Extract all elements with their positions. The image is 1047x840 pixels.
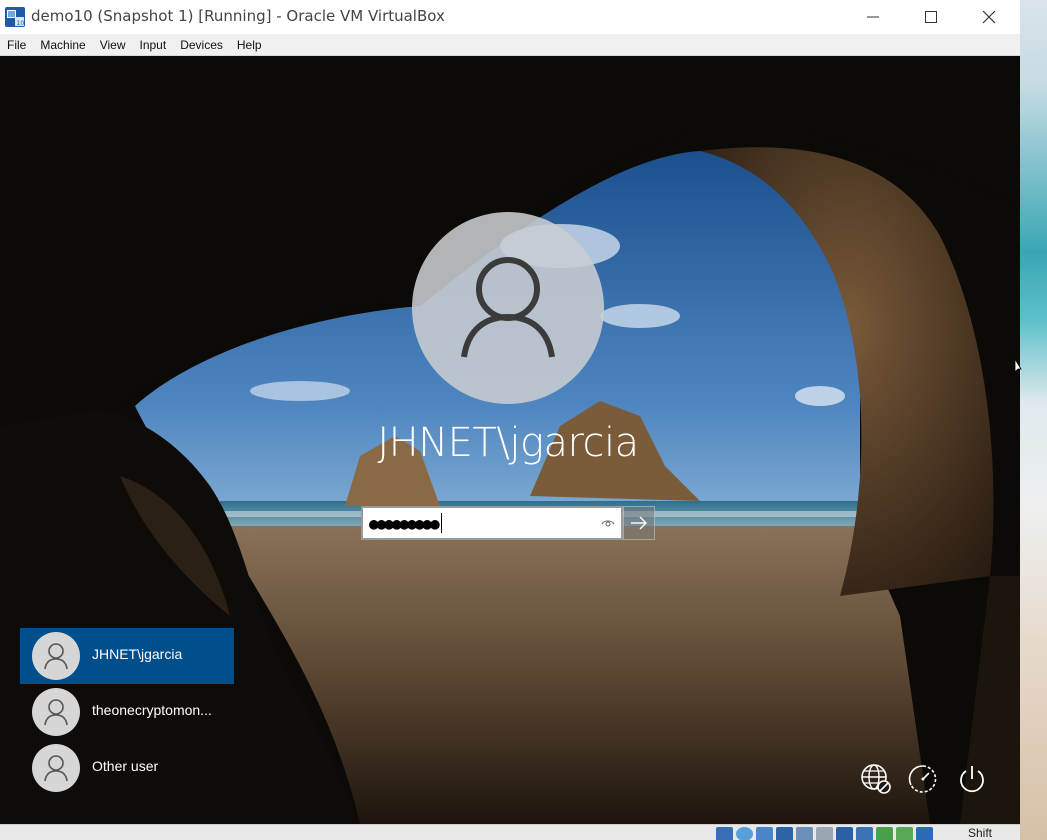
- virtualbox-window: 10 demo10 (Snapshot 1) [Running] - Oracl…: [0, 0, 1020, 840]
- title-bar[interactable]: 10 demo10 (Snapshot 1) [Running] - Oracl…: [0, 0, 1020, 34]
- close-button[interactable]: [960, 0, 1018, 34]
- menu-machine[interactable]: Machine: [33, 34, 92, 56]
- eye-icon[interactable]: [601, 516, 615, 530]
- vm-status-bar: Shift: [0, 824, 1020, 840]
- mouse-cursor-icon: [1014, 358, 1022, 373]
- ease-of-access-button[interactable]: [905, 761, 941, 797]
- power-icon: [960, 766, 984, 793]
- menu-help[interactable]: Help: [230, 34, 269, 56]
- menu-devices[interactable]: Devices: [173, 34, 230, 56]
- minimize-button[interactable]: [844, 0, 902, 34]
- avatar: [32, 632, 80, 680]
- signin-username: JHNET\jgarcia: [377, 420, 639, 466]
- arrow-right-icon: [631, 516, 647, 530]
- recording-icon[interactable]: [856, 827, 873, 840]
- submit-password-button[interactable]: [623, 506, 655, 540]
- power-button[interactable]: [954, 761, 990, 797]
- user-tile-label: theonecryptomon...: [92, 702, 212, 718]
- mouse-integration-icon[interactable]: [896, 827, 913, 840]
- menu-input[interactable]: Input: [133, 34, 174, 56]
- password-value: ●●●●●●●●●: [369, 513, 440, 533]
- svg-text:10: 10: [17, 20, 25, 27]
- usb-icon[interactable]: [796, 827, 813, 840]
- hard-disk-icon[interactable]: [716, 827, 733, 840]
- user-tile-jgarcia[interactable]: JHNET\jgarcia: [20, 628, 234, 684]
- optical-drive-icon[interactable]: [736, 827, 753, 840]
- network-icon: [861, 764, 891, 794]
- window-title: demo10 (Snapshot 1) [Running] - Oracle V…: [31, 7, 445, 25]
- shared-folders-icon[interactable]: [816, 827, 833, 840]
- network-button[interactable]: [858, 761, 894, 797]
- keyboard-capture-icon[interactable]: [916, 827, 933, 840]
- host-key-label: Shift: [968, 826, 993, 840]
- status-icon-group: [716, 827, 933, 840]
- password-input[interactable]: ●●●●●●●●●: [361, 506, 623, 540]
- user-silhouette-icon: [44, 643, 68, 670]
- maximize-button[interactable]: [902, 0, 960, 34]
- user-tile-theonecryptomon[interactable]: theonecryptomon...: [20, 684, 234, 740]
- user-silhouette-icon: [44, 755, 68, 782]
- virtualbox-icon: 10: [5, 7, 25, 27]
- close-icon: [982, 10, 996, 24]
- guest-additions-icon[interactable]: [876, 827, 893, 840]
- maximize-icon: [925, 11, 937, 23]
- user-avatar-large: [412, 212, 604, 404]
- user-switcher-list: JHNET\jgarcia theonecryptomon... Other u…: [20, 628, 234, 796]
- desktop-background-peek: [1020, 0, 1047, 840]
- user-tile-label: JHNET\jgarcia: [92, 646, 183, 662]
- text-caret: [440, 513, 442, 533]
- vm-display[interactable]: JHNET\jgarcia ●●●●●●●●● JHNET\jgarcia th…: [0, 56, 1020, 824]
- display-icon[interactable]: [836, 827, 853, 840]
- menu-bar: File Machine View Input Devices Help: [0, 34, 1020, 56]
- minimize-icon: [867, 16, 879, 18]
- user-tile-other-user[interactable]: Other user: [20, 740, 234, 796]
- avatar: [32, 688, 80, 736]
- user-silhouette-icon: [44, 699, 68, 726]
- menu-view[interactable]: View: [93, 34, 133, 56]
- audio-icon[interactable]: [756, 827, 773, 840]
- avatar: [32, 744, 80, 792]
- network-adapter-icon[interactable]: [776, 827, 793, 840]
- user-silhouette-icon: [461, 257, 555, 358]
- menu-file[interactable]: File: [0, 34, 33, 56]
- ease-of-access-icon: [908, 765, 937, 793]
- user-tile-label: Other user: [92, 758, 159, 774]
